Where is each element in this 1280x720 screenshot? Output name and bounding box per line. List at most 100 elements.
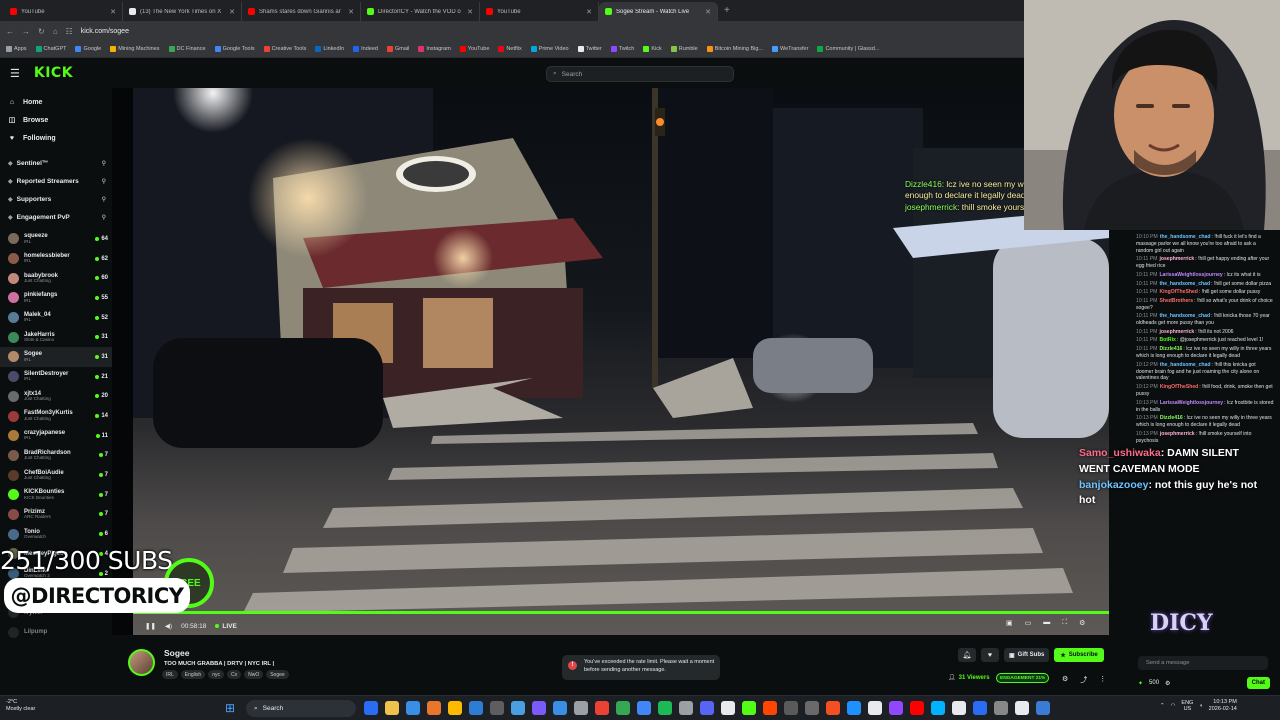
taskbar-app-icon[interactable] bbox=[637, 701, 651, 715]
sidebar-channel[interactable]: pinkiefangs IRL 55 bbox=[0, 288, 112, 308]
sidebar-item-browse[interactable]: ◫ Browse bbox=[0, 111, 112, 129]
bookmark-item[interactable]: Bitcoin Mining Big... bbox=[706, 46, 763, 52]
taskbar-app-icon[interactable] bbox=[406, 701, 420, 715]
subscribe-button[interactable]: ★ Subscribe bbox=[1054, 648, 1104, 662]
taskbar-app-icon[interactable] bbox=[910, 701, 924, 715]
bookmark-item[interactable]: Rumble bbox=[670, 46, 698, 52]
gift-subs-button[interactable]: ▣ Gift Subs bbox=[1004, 648, 1050, 662]
chat-username[interactable]: LarissaWeightlossjourney bbox=[1160, 400, 1223, 406]
sidebar-channel[interactable]: Lilpump bbox=[0, 623, 112, 643]
clip-icon[interactable]: ▣ bbox=[1006, 619, 1013, 627]
close-icon[interactable]: ✕ bbox=[229, 8, 235, 16]
chat-username[interactable]: josephmerrick bbox=[1160, 431, 1195, 437]
speaker-icon[interactable]: ◖ bbox=[1199, 703, 1202, 709]
sidebar-channel[interactable]: Tonio Overwatch 6 bbox=[0, 524, 112, 544]
sidebar-channel[interactable]: xjtx14 Just Chatting 20 bbox=[0, 387, 112, 407]
bookmark-item[interactable]: Netflix bbox=[498, 46, 522, 52]
taskbar-app-icon[interactable] bbox=[511, 701, 525, 715]
chat-settings-icon[interactable]: ⚙ bbox=[1165, 680, 1170, 687]
site-info-icon[interactable]: ☷ bbox=[66, 27, 73, 36]
sidebar-item-following[interactable]: ♥ Following bbox=[0, 129, 112, 147]
chat-username[interactable]: josephmerrick bbox=[1159, 329, 1194, 335]
sidebar-group[interactable]: ◆ Supporters ⚲ bbox=[0, 190, 112, 208]
sidebar-channel[interactable]: JakeHarris Slots & Casino 31 bbox=[0, 327, 112, 347]
chat-username[interactable]: Dizzle416 bbox=[1159, 346, 1182, 352]
taskbar-app-icon[interactable] bbox=[952, 701, 966, 715]
chevron-up-icon[interactable]: ⌃ bbox=[1160, 703, 1165, 709]
bookmark-item[interactable]: Prime Video bbox=[530, 46, 569, 52]
sidebar-group[interactable]: ◆ Engagement PvP ⚲ bbox=[0, 208, 112, 226]
taskbar-app-icon[interactable] bbox=[763, 701, 777, 715]
bookmark-item[interactable]: Creative Tools bbox=[263, 46, 306, 52]
volume-icon[interactable]: ◀) bbox=[165, 622, 172, 630]
reload-icon[interactable]: ↻ bbox=[38, 27, 45, 36]
bookmark-item[interactable]: Community | Glassd... bbox=[817, 46, 879, 52]
bookmark-item[interactable]: Apps bbox=[6, 46, 27, 52]
chat-username[interactable]: BotRix bbox=[1159, 337, 1175, 343]
sidebar-channel[interactable]: crazyjapanese IRL 11 bbox=[0, 426, 112, 446]
windows-start-icon[interactable]: ⊞ bbox=[225, 701, 235, 715]
taskbar-app-icon[interactable] bbox=[973, 701, 987, 715]
taskbar-app-icon[interactable] bbox=[427, 701, 441, 715]
bookmark-item[interactable]: Mining Machines bbox=[110, 46, 160, 52]
taskbar-app-icon[interactable] bbox=[364, 701, 378, 715]
taskbar-app-icon[interactable] bbox=[469, 701, 483, 715]
chat-input[interactable]: Send a message bbox=[1138, 656, 1268, 670]
taskbar-app-icon[interactable] bbox=[385, 701, 399, 715]
miniplayer-icon[interactable]: ▭ bbox=[1025, 619, 1032, 627]
taskbar-app-icon[interactable] bbox=[679, 701, 693, 715]
taskbar-app-icon[interactable] bbox=[847, 701, 861, 715]
taskbar-app-icon[interactable] bbox=[700, 701, 714, 715]
chat-username[interactable]: josephmerrick bbox=[1159, 256, 1194, 262]
sidebar-group[interactable]: ◆ Sentinel™ ⚲ bbox=[0, 154, 112, 172]
points-count[interactable]: 500 bbox=[1149, 680, 1159, 686]
sidebar-channel[interactable]: Sogee IRL 31 bbox=[0, 347, 112, 367]
settings-icon[interactable]: ⚙ bbox=[1062, 675, 1068, 685]
taskbar-app-icon[interactable] bbox=[931, 701, 945, 715]
taskbar-app-icon[interactable] bbox=[616, 701, 630, 715]
taskbar-app-icon[interactable] bbox=[994, 701, 1008, 715]
sidebar-channel[interactable]: SilentDestroyer IRL 21 bbox=[0, 367, 112, 387]
share-icon[interactable]: ⤴ bbox=[1080, 675, 1087, 685]
chat-username[interactable]: Dizzle416 bbox=[1160, 415, 1183, 421]
stream-tag[interactable]: nyc bbox=[208, 670, 224, 679]
menu-icon[interactable]: ☰ bbox=[10, 67, 20, 80]
browser-tab[interactable]: YouTube ✕ bbox=[480, 2, 599, 21]
taskbar-app-icon[interactable] bbox=[784, 701, 798, 715]
chat-username[interactable]: the_handsome_chad bbox=[1160, 234, 1211, 240]
sidebar-group[interactable]: ◆ Reported Streamers ⚲ bbox=[0, 172, 112, 190]
taskbar-app-icon[interactable] bbox=[805, 701, 819, 715]
browser-tab[interactable]: (13) The New York Times on X ✕ bbox=[123, 2, 242, 21]
new-tab-icon[interactable]: + bbox=[724, 5, 730, 16]
taskbar-app-icon[interactable] bbox=[658, 701, 672, 715]
close-icon[interactable]: ✕ bbox=[586, 8, 592, 16]
close-icon[interactable]: ✕ bbox=[348, 8, 354, 16]
progress-bar[interactable] bbox=[133, 611, 1109, 614]
sidebar-channel[interactable]: Prizimz ARC Raiders 7 bbox=[0, 505, 112, 525]
chat-username[interactable]: the_handsome_chad bbox=[1159, 313, 1210, 319]
search-input[interactable]: ⌕ Search bbox=[546, 66, 734, 82]
browser-tab[interactable]: Shams stares down Giannis ar ✕ bbox=[242, 2, 361, 21]
bookmark-item[interactable]: Indeed bbox=[353, 46, 378, 52]
bookmark-item[interactable]: YouTube bbox=[459, 46, 489, 52]
bookmark-item[interactable]: Kick bbox=[643, 46, 662, 52]
taskbar-app-icon[interactable] bbox=[574, 701, 588, 715]
streamer-name[interactable]: Sogee bbox=[164, 648, 190, 658]
browser-tab[interactable]: DirectorICY - Watch the VOD o ✕ bbox=[361, 2, 480, 21]
sidebar-channel[interactable]: baabybrook Just Chatting 60 bbox=[0, 268, 112, 288]
sidebar-channel[interactable]: squeeze IRL 64 bbox=[0, 229, 112, 249]
bookmark-item[interactable]: Twitter bbox=[577, 46, 602, 52]
url-field[interactable]: kick.com/sogee bbox=[81, 28, 129, 35]
streamer-avatar[interactable] bbox=[128, 649, 155, 676]
taskbar-app-icon[interactable] bbox=[1036, 701, 1050, 715]
bookmark-item[interactable]: Google bbox=[75, 46, 101, 52]
more-icon[interactable]: ⋮ bbox=[1099, 675, 1106, 685]
taskbar-search[interactable]: ⌕ Search bbox=[246, 700, 356, 717]
taskbar-app-icon[interactable] bbox=[868, 701, 882, 715]
sidebar-channel[interactable]: KICKBounties KICK Bounties 7 bbox=[0, 485, 112, 505]
taskbar-app-icon[interactable] bbox=[721, 701, 735, 715]
chat-username[interactable]: ShedBrothers bbox=[1159, 298, 1193, 304]
chat-username[interactable]: KingOfTheShed bbox=[1159, 289, 1197, 295]
sidebar-channel[interactable]: Malek_04 IRL 52 bbox=[0, 308, 112, 328]
chat-username[interactable]: LarissaWeightlossjourney bbox=[1159, 272, 1222, 278]
